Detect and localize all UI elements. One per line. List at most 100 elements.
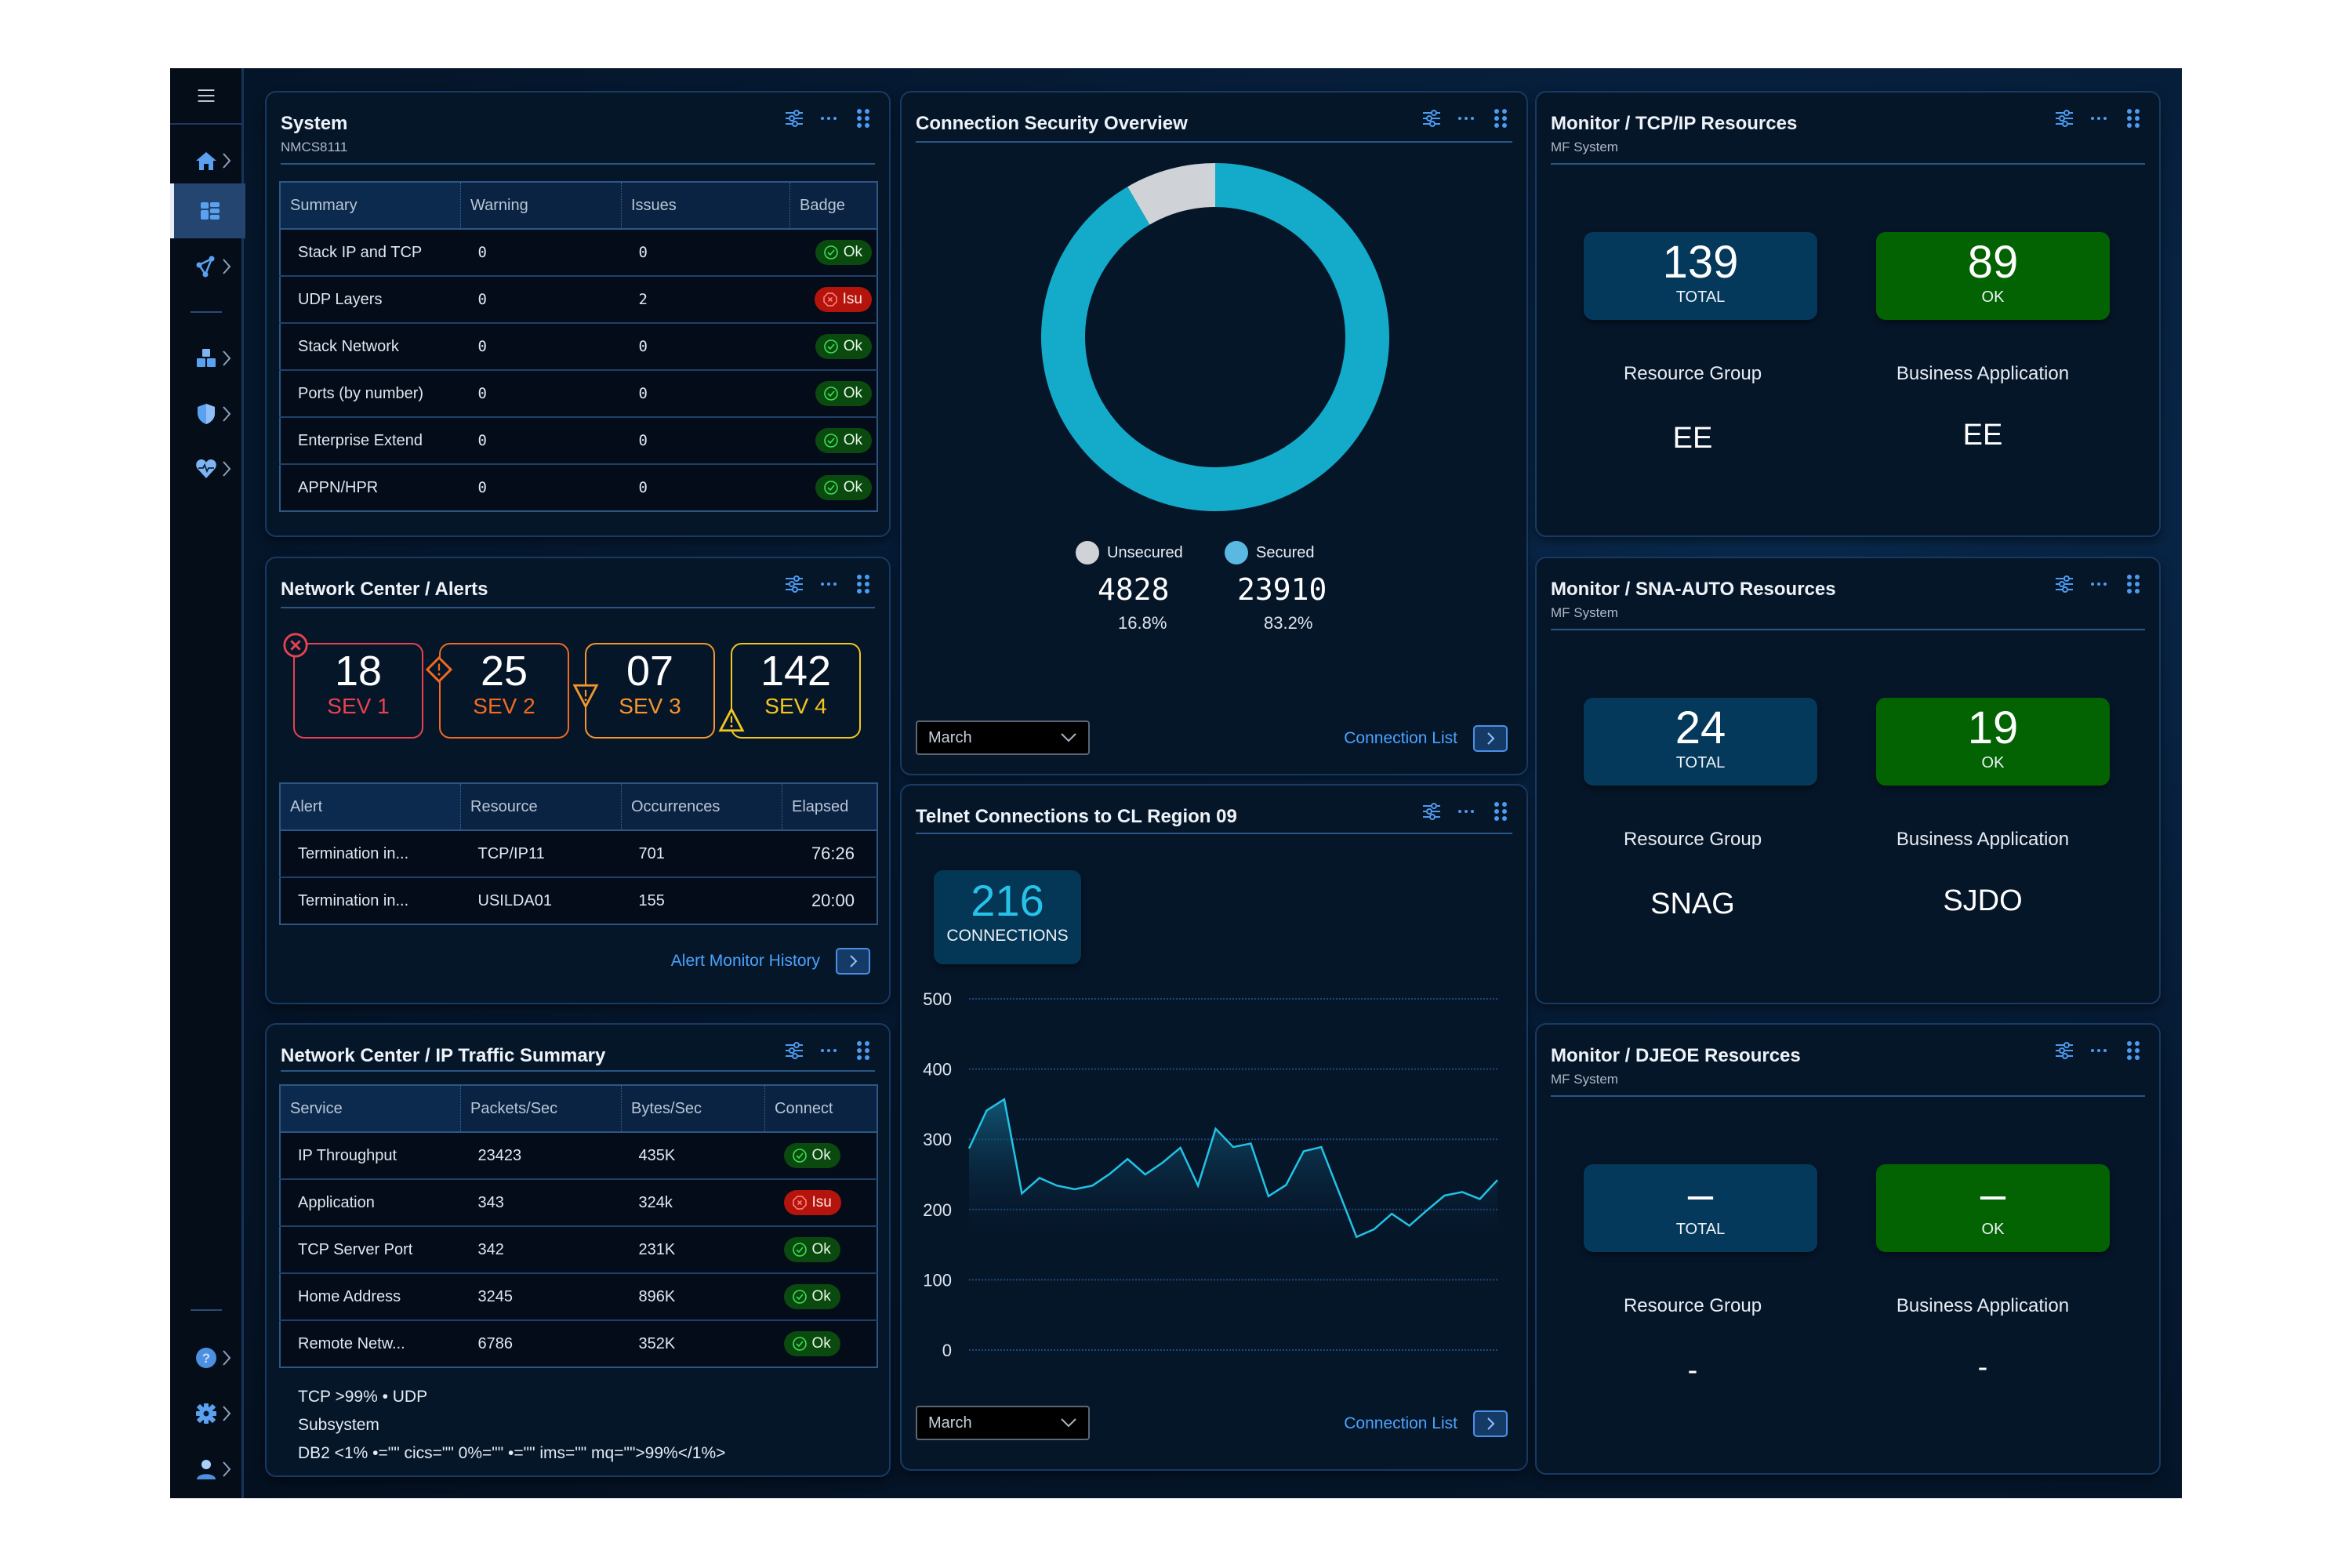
table-row[interactable]: Home Address 3245 896K Ok: [279, 1273, 878, 1321]
connection-list-next-button[interactable]: [1473, 725, 1508, 752]
data-point[interactable]: [1247, 1141, 1254, 1147]
data-point[interactable]: [1406, 1222, 1413, 1229]
status-badge-ok[interactable]: Ok: [815, 428, 872, 453]
data-point[interactable]: [1318, 1144, 1324, 1150]
column-header[interactable]: Service: [279, 1084, 461, 1133]
data-point[interactable]: [1107, 1171, 1113, 1177]
severity-tile-sev2[interactable]: 25 SEV 2: [425, 643, 569, 739]
more-options-button[interactable]: [817, 572, 840, 596]
sidebar-item-settings[interactable]: [170, 1386, 241, 1441]
column-header[interactable]: Issues: [621, 181, 790, 230]
filter-button[interactable]: [782, 572, 806, 596]
filter-button[interactable]: [1420, 107, 1443, 130]
data-point[interactable]: [1283, 1181, 1289, 1188]
table-row[interactable]: TCP Server Port 342 231K Ok: [279, 1226, 878, 1274]
more-options-button[interactable]: [2087, 1039, 2111, 1062]
data-point[interactable]: [1388, 1210, 1395, 1217]
column-header[interactable]: Warning: [460, 181, 622, 230]
ok-kpi-tile[interactable]: – OK: [1876, 1164, 2110, 1252]
column-header[interactable]: Elapsed: [782, 782, 878, 831]
status-badge-ok[interactable]: Ok: [815, 240, 872, 265]
drag-handle[interactable]: [1489, 800, 1512, 823]
data-point[interactable]: [983, 1107, 989, 1113]
data-point[interactable]: [1213, 1126, 1219, 1132]
sidebar-item-topology[interactable]: [170, 239, 241, 294]
filter-button[interactable]: [2053, 572, 2076, 596]
column-header[interactable]: Packets/Sec: [460, 1084, 622, 1133]
filter-button[interactable]: [2053, 107, 2076, 130]
alert-history-next-button[interactable]: [836, 948, 870, 975]
more-options-button[interactable]: [1454, 107, 1478, 130]
data-point[interactable]: [1494, 1177, 1501, 1183]
status-badge-ok[interactable]: Ok: [783, 1331, 840, 1356]
connection-list-link[interactable]: Connection List: [1344, 729, 1457, 748]
connection-list-link[interactable]: Connection List: [1344, 1414, 1457, 1433]
severity-tile-sev4[interactable]: 142 SEV 4: [718, 643, 861, 739]
column-header[interactable]: Connect: [764, 1084, 878, 1133]
data-point[interactable]: [1353, 1234, 1359, 1240]
status-badge-ok[interactable]: Ok: [815, 334, 872, 359]
column-header[interactable]: Resource: [460, 782, 622, 831]
drag-handle[interactable]: [851, 572, 875, 596]
month-select[interactable]: March: [916, 1406, 1090, 1440]
drag-handle[interactable]: [1489, 107, 1512, 130]
data-point[interactable]: [1336, 1189, 1342, 1195]
filter-button[interactable]: [782, 107, 806, 130]
data-point[interactable]: [1459, 1189, 1465, 1195]
table-row[interactable]: Enterprise Extend 0 0 Ok: [279, 417, 878, 465]
status-badge-ok[interactable]: Ok: [783, 1237, 840, 1262]
data-point[interactable]: [1036, 1174, 1043, 1181]
data-point[interactable]: [1442, 1192, 1448, 1199]
sidebar-item-home[interactable]: [170, 133, 241, 188]
data-point[interactable]: [1089, 1182, 1095, 1189]
column-header[interactable]: Alert: [279, 782, 461, 831]
data-point[interactable]: [1124, 1156, 1131, 1162]
data-point[interactable]: [1054, 1182, 1060, 1189]
data-point[interactable]: [1178, 1145, 1184, 1151]
drag-handle[interactable]: [851, 1039, 875, 1062]
more-options-button[interactable]: [2087, 572, 2111, 596]
data-point[interactable]: [1072, 1186, 1078, 1192]
hamburger-menu-button[interactable]: [170, 68, 241, 125]
status-badge-isu[interactable]: Isu: [783, 1190, 841, 1215]
data-point[interactable]: [1371, 1226, 1377, 1232]
table-row[interactable]: Stack Network 0 0 Ok: [279, 323, 878, 371]
sidebar-item-health[interactable]: [170, 441, 241, 496]
data-point[interactable]: [1142, 1171, 1149, 1178]
data-point[interactable]: [1301, 1148, 1307, 1154]
status-badge-ok[interactable]: Ok: [783, 1284, 840, 1309]
legend-item-unsecured[interactable]: Unsecured: [1076, 541, 1183, 564]
status-badge-ok[interactable]: Ok: [815, 475, 872, 500]
data-point[interactable]: [1018, 1190, 1025, 1196]
data-point[interactable]: [1160, 1160, 1166, 1166]
connection-list-next-button[interactable]: [1473, 1410, 1508, 1437]
sidebar-item-dashboard[interactable]: [170, 183, 245, 238]
data-point[interactable]: [1001, 1096, 1007, 1102]
drag-handle[interactable]: [2122, 1039, 2145, 1062]
more-options-button[interactable]: [1454, 800, 1478, 823]
column-header[interactable]: Bytes/Sec: [621, 1084, 765, 1133]
table-row[interactable]: Application 343 324k Isu: [279, 1179, 878, 1227]
table-row[interactable]: APPN/HPR 0 0 Ok: [279, 464, 878, 512]
data-point[interactable]: [1265, 1193, 1272, 1200]
column-header[interactable]: Occurrences: [621, 782, 782, 831]
data-point[interactable]: [1195, 1182, 1201, 1189]
status-badge-isu[interactable]: Isu: [814, 287, 872, 312]
donut-slice-secured[interactable]: [1041, 163, 1389, 511]
data-point[interactable]: [1424, 1207, 1430, 1214]
table-row[interactable]: Termination in... TCP/IP11 701 76:26: [279, 830, 878, 878]
table-row[interactable]: IP Throughput 23423 435K Ok: [279, 1132, 878, 1180]
more-options-button[interactable]: [2087, 107, 2111, 130]
month-select[interactable]: March: [916, 720, 1090, 755]
table-row[interactable]: Termination in... USILDA01 155 20:00: [279, 877, 878, 925]
filter-button[interactable]: [782, 1039, 806, 1062]
sidebar-item-user[interactable]: [170, 1442, 241, 1497]
total-kpi-tile[interactable]: – TOTAL: [1584, 1164, 1817, 1252]
more-options-button[interactable]: [817, 1039, 840, 1062]
more-options-button[interactable]: [817, 107, 840, 130]
ok-kpi-tile[interactable]: 19 OK: [1876, 698, 2110, 786]
drag-handle[interactable]: [2122, 107, 2145, 130]
table-row[interactable]: UDP Layers 0 2 Isu: [279, 276, 878, 324]
drag-handle[interactable]: [2122, 572, 2145, 596]
table-row[interactable]: Ports (by number) 0 0 Ok: [279, 370, 878, 418]
